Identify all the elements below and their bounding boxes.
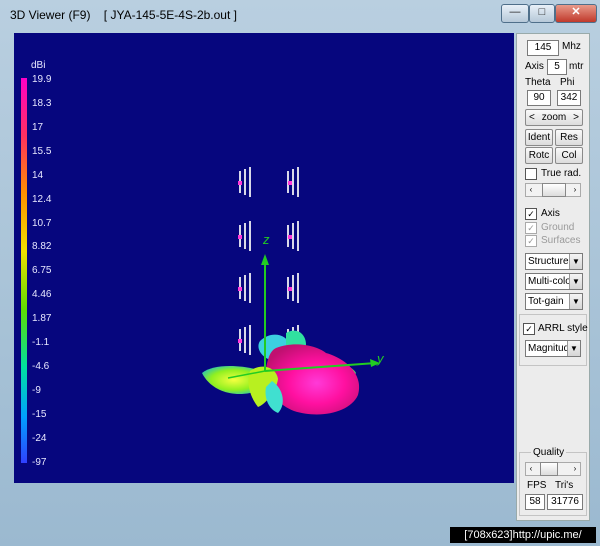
slider-thumb[interactable] bbox=[542, 183, 566, 197]
legend-unit: dBi bbox=[31, 60, 46, 71]
fps-value: 58 bbox=[525, 494, 545, 510]
legend-tick: -97 bbox=[32, 457, 47, 468]
structure-select-value: Structure bbox=[528, 256, 569, 267]
axis-length-label: Axis bbox=[525, 61, 544, 72]
legend-tick: -24 bbox=[32, 433, 47, 444]
chevron-down-icon[interactable]: ▼ bbox=[569, 294, 582, 309]
zoom-in-button[interactable]: > bbox=[573, 110, 579, 125]
legend-tick: 12.4 bbox=[32, 194, 52, 205]
antenna-array-structure bbox=[238, 167, 299, 355]
slider-right-icon[interactable]: › bbox=[570, 463, 580, 475]
viewer-window: 3D Viewer (F9) [ JYA-145-5E-4S-2b.out ] … bbox=[0, 0, 600, 546]
image-host-watermark: [708x623]http://upic.me/ bbox=[450, 527, 596, 543]
zoom-control: < zoom > bbox=[525, 109, 583, 126]
3d-view-canvas[interactable]: z y dBi 19.9 18.3 17 15.5 14 12.4 10.7 8… bbox=[14, 33, 514, 483]
legend-tick: 14 bbox=[32, 170, 44, 181]
legend-tick: 17 bbox=[32, 122, 44, 133]
arrl-style-label: ARRL style bbox=[538, 323, 588, 334]
close-button[interactable]: ✕ bbox=[555, 4, 597, 23]
theta-input[interactable]: 90 bbox=[527, 90, 551, 106]
legend-tick: 10.7 bbox=[32, 218, 52, 229]
slider-right-icon[interactable]: › bbox=[570, 184, 580, 196]
legend-tick: 19.9 bbox=[32, 74, 52, 85]
true-rad-checkbox[interactable] bbox=[525, 168, 537, 180]
legend-tick: -4.6 bbox=[32, 361, 50, 372]
slider-thumb[interactable] bbox=[540, 462, 558, 476]
surfaces-label: Surfaces bbox=[541, 235, 581, 246]
maximize-button[interactable]: □ bbox=[529, 4, 555, 23]
col-button[interactable]: Col bbox=[555, 147, 583, 164]
y-axis-label: y bbox=[376, 351, 385, 366]
slider-left-icon[interactable]: ‹ bbox=[526, 463, 536, 475]
arrl-style-checkbox[interactable]: ✓ bbox=[523, 323, 535, 335]
magnitude-select-value: Magnitud bbox=[528, 343, 570, 354]
window-title: 3D Viewer (F9) [ JYA-145-5E-4S-2b.out ] bbox=[10, 8, 237, 22]
phi-input[interactable]: 342 bbox=[557, 90, 581, 106]
zoom-label: zoom bbox=[541, 112, 567, 123]
magnitude-select[interactable]: Magnitud ▼ bbox=[525, 340, 581, 357]
axis-checkbox-label: Axis bbox=[541, 208, 560, 219]
structure-select[interactable]: Structure ▼ bbox=[525, 253, 583, 270]
zoom-out-button[interactable]: < bbox=[529, 110, 535, 125]
legend-tick: -15 bbox=[32, 409, 47, 420]
frequency-unit: Mhz bbox=[562, 41, 581, 52]
legend-tick: 6.75 bbox=[32, 265, 52, 276]
legend-tick: 18.3 bbox=[32, 98, 52, 109]
phi-label: Phi bbox=[560, 77, 575, 88]
radiation-pattern bbox=[202, 330, 360, 415]
true-rad-slider[interactable]: ‹ › bbox=[525, 183, 581, 197]
gain-select-value: Tot-gain bbox=[528, 296, 564, 307]
control-panel: 145 Mhz Axis 5 mtr Theta Phi 90 342 < zo… bbox=[516, 33, 590, 521]
quality-slider[interactable]: ‹ › bbox=[525, 462, 581, 476]
true-rad-label: True rad. bbox=[541, 168, 582, 179]
axis-length-unit: mtr bbox=[569, 61, 584, 72]
quality-label: Quality bbox=[531, 447, 567, 458]
chevron-down-icon[interactable]: ▼ bbox=[567, 341, 580, 356]
color-mode-select[interactable]: Multi-colo ▼ bbox=[525, 273, 583, 290]
legend-tick: 15.5 bbox=[32, 146, 52, 157]
res-button[interactable]: Res bbox=[555, 129, 583, 146]
legend-tick: -1.1 bbox=[32, 337, 50, 348]
legend-tick: 8.82 bbox=[32, 241, 52, 252]
legend-tick: 4.46 bbox=[32, 289, 52, 300]
axis-length-input[interactable]: 5 bbox=[547, 59, 567, 75]
pattern-scene: z y bbox=[21, 78, 385, 463]
legend-tick: -9 bbox=[32, 385, 41, 396]
gain-select[interactable]: Tot-gain ▼ bbox=[525, 293, 583, 310]
axis-checkbox[interactable]: ✓ bbox=[525, 208, 537, 220]
chevron-down-icon[interactable]: ▼ bbox=[569, 274, 582, 289]
frequency-input[interactable]: 145 bbox=[527, 40, 559, 56]
chevron-down-icon[interactable]: ▼ bbox=[569, 254, 582, 269]
tris-label: Tri's bbox=[555, 480, 574, 491]
ground-checkbox[interactable]: ✓ bbox=[525, 222, 537, 234]
color-legend-bar bbox=[21, 78, 27, 463]
title-bar[interactable]: 3D Viewer (F9) [ JYA-145-5E-4S-2b.out ] … bbox=[0, 0, 600, 28]
legend-tick: 1.87 bbox=[32, 313, 52, 324]
surfaces-checkbox[interactable]: ✓ bbox=[525, 235, 537, 247]
z-axis-label: z bbox=[262, 232, 270, 247]
rotc-button[interactable]: Rotc bbox=[525, 147, 553, 164]
fps-label: FPS bbox=[527, 480, 547, 491]
ident-button[interactable]: Ident bbox=[525, 129, 553, 146]
minimize-button[interactable]: — bbox=[501, 4, 529, 23]
tris-value: 31776 bbox=[547, 494, 583, 510]
slider-left-icon[interactable]: ‹ bbox=[526, 184, 536, 196]
color-mode-select-value: Multi-colo bbox=[528, 276, 571, 287]
theta-label: Theta bbox=[525, 77, 551, 88]
ground-label: Ground bbox=[541, 222, 575, 233]
